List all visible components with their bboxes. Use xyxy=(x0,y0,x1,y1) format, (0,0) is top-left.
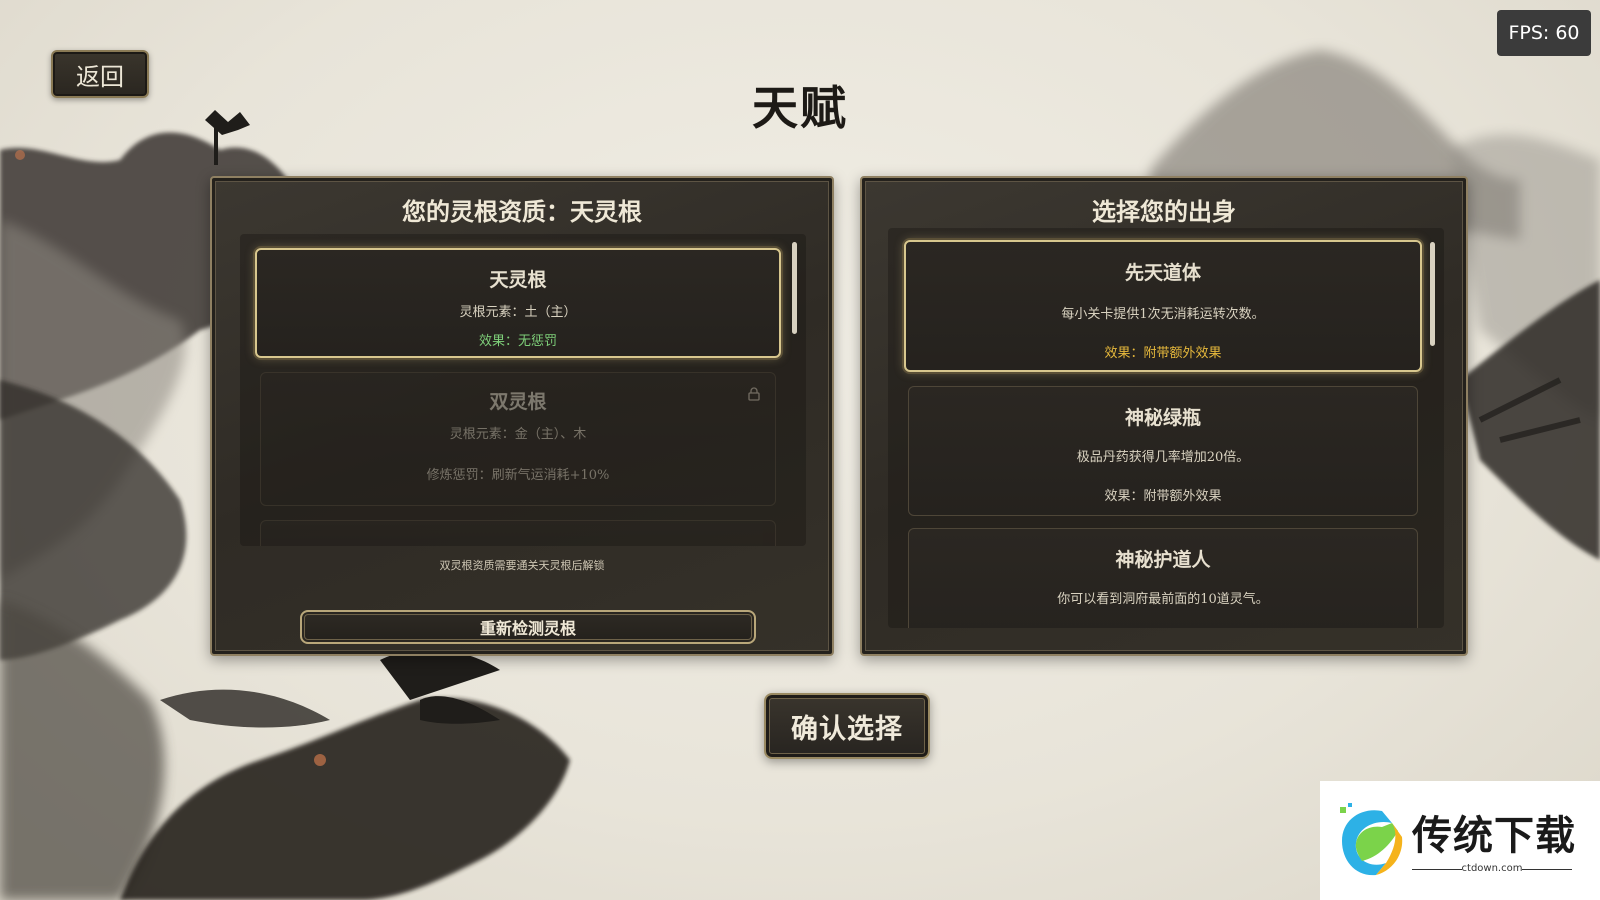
back-button[interactable]: 返回 xyxy=(51,50,149,98)
origin-effect: 效果：附带额外效果 xyxy=(1104,346,1222,361)
lock-icon xyxy=(748,387,760,401)
watermark: 传统下载 ctdown.com xyxy=(1320,781,1600,900)
spirit-root-penalty: 修炼惩罚：刷新气运消耗+10% xyxy=(426,468,610,483)
spirit-root-name: 双灵根 xyxy=(489,391,547,413)
spirit-root-elements: 灵根元素：土（主） xyxy=(459,305,577,320)
watermark-url: ctdown.com xyxy=(1461,863,1523,874)
spirit-root-panel-title: 您的灵根资质：天灵根 xyxy=(402,197,642,226)
origin-desc: 极品丹药获得几率增加20倍。 xyxy=(1076,450,1250,465)
origin-desc: 你可以看到洞府最前面的10道灵气。 xyxy=(1057,592,1269,607)
confirm-button[interactable]: 确认选择 xyxy=(764,693,930,759)
origin-card-hudaoren[interactable]: 神秘护道人 你可以看到洞府最前面的10道灵气。 xyxy=(908,528,1418,628)
origin-desc: 每小关卡提供1次无消耗运转次数。 xyxy=(1061,307,1265,322)
spirit-root-panel: 您的灵根资质：天灵根 天灵根 灵根元素：土（主） 效果：无惩罚 双灵根 灵根元素… xyxy=(210,176,834,656)
origin-panel: 选择您的出身 先天道体 每小关卡提供1次无消耗运转次数。 效果：附带额外效果 神… xyxy=(860,176,1468,656)
spirit-root-card-shuang[interactable]: 双灵根 灵根元素：金（主）、木 修炼惩罚：刷新气运消耗+10% xyxy=(260,372,776,506)
origin-card-xiantian[interactable]: 先天道体 每小关卡提供1次无消耗运转次数。 效果：附带额外效果 xyxy=(904,240,1422,372)
spirit-root-elements: 灵根元素：金（主）、木 xyxy=(449,427,587,442)
fps-counter: FPS: 60 xyxy=(1497,10,1591,56)
spirit-root-effect: 效果：无惩罚 xyxy=(478,334,557,349)
origin-name: 神秘绿瓶 xyxy=(1124,407,1201,429)
spirit-root-name: 天灵根 xyxy=(489,269,547,291)
origin-effect: 效果：附带额外效果 xyxy=(1104,489,1222,504)
page-title: 天赋 xyxy=(752,81,848,135)
recheck-spirit-root-button[interactable]: 重新检测灵根 xyxy=(300,610,756,644)
spirit-root-scrollbar[interactable] xyxy=(792,242,797,334)
origin-list[interactable]: 先天道体 每小关卡提供1次无消耗运转次数。 效果：附带额外效果 神秘绿瓶 极品丹… xyxy=(888,228,1444,628)
unlock-hint: 双灵根资质需要通关天灵根后解锁 xyxy=(439,559,605,572)
origin-name: 神秘护道人 xyxy=(1115,549,1211,571)
origin-panel-title: 选择您的出身 xyxy=(1092,197,1236,226)
origin-scrollbar[interactable] xyxy=(1430,242,1435,346)
origin-card-lvping[interactable]: 神秘绿瓶 极品丹药获得几率增加20倍。 效果：附带额外效果 xyxy=(908,386,1418,516)
spirit-root-list[interactable]: 天灵根 灵根元素：土（主） 效果：无惩罚 双灵根 灵根元素：金（主）、木 修炼惩… xyxy=(240,234,806,546)
watermark-text: 传统下载 xyxy=(1412,813,1576,859)
origin-name: 先天道体 xyxy=(1124,262,1201,284)
watermark-logo-icon xyxy=(1340,803,1403,876)
spirit-root-card-tian[interactable]: 天灵根 灵根元素：土（主） 效果：无惩罚 xyxy=(255,248,781,358)
spirit-root-card-partial[interactable] xyxy=(260,520,776,546)
